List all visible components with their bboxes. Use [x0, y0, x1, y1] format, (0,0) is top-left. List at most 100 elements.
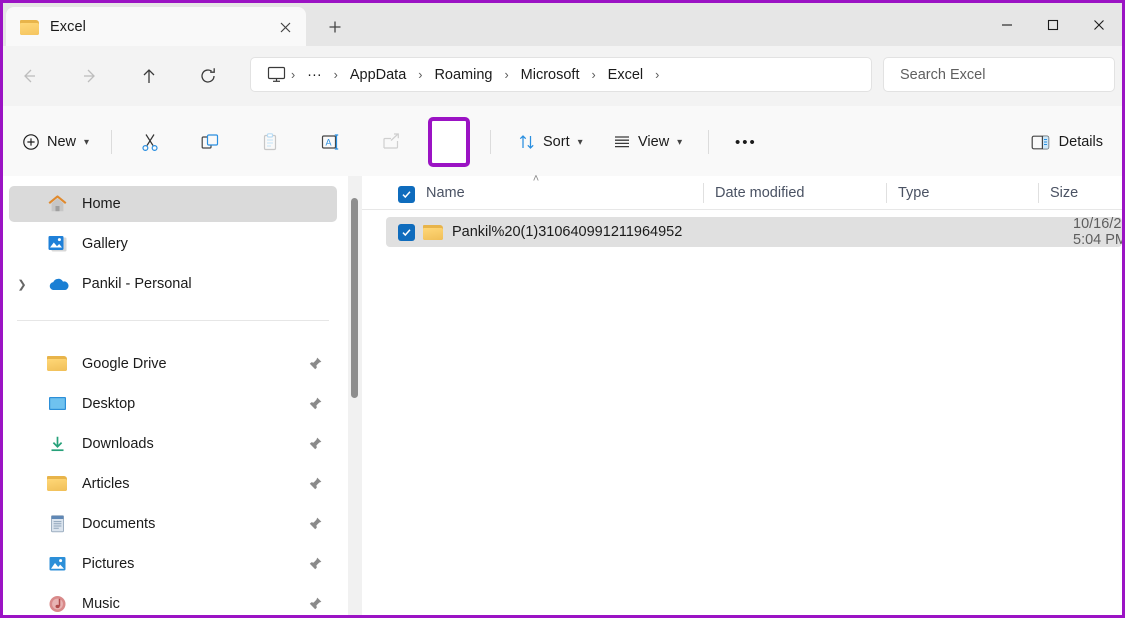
- rename-button[interactable]: A: [313, 125, 349, 159]
- delete-button-highlight: [428, 117, 470, 167]
- sidebar-item-label: Pictures: [82, 556, 134, 572]
- cut-button[interactable]: [133, 125, 167, 159]
- sort-button-label: Sort: [543, 134, 570, 150]
- svg-text:A: A: [326, 138, 332, 148]
- sort-button[interactable]: Sort ▾: [511, 125, 590, 159]
- pin-icon[interactable]: [308, 436, 323, 451]
- rename-icon: A: [320, 132, 342, 152]
- tab-title: Excel: [50, 19, 86, 35]
- pin-icon[interactable]: [308, 476, 323, 491]
- new-button-label: New: [47, 134, 76, 150]
- folder-icon: [47, 354, 69, 374]
- new-tab-button[interactable]: [314, 10, 356, 44]
- forward-button[interactable]: [75, 61, 105, 91]
- sidebar-item-home[interactable]: Home: [9, 186, 337, 222]
- breadcrumb-item-roaming[interactable]: Roaming: [427, 63, 499, 87]
- column-header-type[interactable]: Type: [898, 176, 929, 210]
- details-button-label: Details: [1059, 134, 1103, 150]
- pictures-icon: [47, 554, 69, 574]
- documents-icon: [47, 514, 69, 534]
- file-list-pane: ˄ Name Date modified Type Size: [362, 176, 1122, 615]
- new-button[interactable]: New ▾: [15, 125, 96, 159]
- window-controls: [984, 3, 1122, 46]
- close-icon[interactable]: [274, 16, 296, 38]
- row-checkbox[interactable]: [398, 224, 415, 241]
- sidebar-item-pictures[interactable]: Pictures: [9, 546, 337, 582]
- sidebar-item-label: Gallery: [82, 236, 128, 252]
- plus-circle-icon: [22, 133, 40, 151]
- search-placeholder: Search Excel: [900, 67, 985, 83]
- breadcrumb-separator: ›: [499, 68, 513, 82]
- select-all-checkbox[interactable]: [398, 186, 415, 203]
- sidebar-item-label: Documents: [82, 516, 155, 532]
- sidebar-item-google-drive[interactable]: Google Drive: [9, 346, 337, 382]
- breadcrumb-separator: ›: [329, 68, 343, 82]
- address-bar: › ··· › AppData › Roaming › Microsoft › …: [3, 46, 1122, 106]
- paste-icon: [260, 132, 280, 152]
- pin-icon[interactable]: [308, 596, 323, 611]
- breadcrumb-item-appdata[interactable]: AppData: [343, 63, 413, 87]
- breadcrumb-item-excel[interactable]: Excel: [601, 63, 650, 87]
- list-lines-icon: [613, 133, 631, 151]
- paste-button[interactable]: [253, 125, 287, 159]
- tab-excel[interactable]: Excel: [6, 7, 306, 46]
- sidebar-item-gallery[interactable]: Gallery: [9, 226, 337, 262]
- details-button[interactable]: Details: [1022, 125, 1112, 159]
- breadcrumb-separator: ›: [586, 68, 600, 82]
- copy-icon: [200, 132, 220, 152]
- back-button[interactable]: [14, 61, 44, 91]
- column-header-name[interactable]: Name: [426, 176, 465, 210]
- scissors-icon: [140, 132, 160, 152]
- refresh-button[interactable]: [193, 61, 223, 91]
- chevron-down-icon: ▾: [84, 137, 89, 148]
- this-pc-icon[interactable]: [267, 66, 286, 83]
- folder-icon: [47, 474, 69, 494]
- folder-icon: [20, 19, 39, 35]
- share-button[interactable]: [374, 125, 408, 159]
- sort-arrows-icon: [518, 133, 536, 151]
- folder-icon: [423, 223, 443, 241]
- pin-icon[interactable]: [308, 396, 323, 411]
- details-pane-icon: [1031, 134, 1050, 151]
- title-bar: Excel: [3, 3, 1122, 46]
- sidebar-item-label: Home: [82, 196, 121, 212]
- navigation-pane: Home Gallery ❯ Pankil - Personal: [3, 176, 343, 615]
- sidebar-item-label: Desktop: [82, 396, 135, 412]
- sidebar-item-desktop[interactable]: Desktop: [9, 386, 337, 422]
- view-button-label: View: [638, 134, 669, 150]
- download-icon: [47, 434, 69, 454]
- more-options-label: •••: [735, 134, 757, 151]
- share-icon: [381, 132, 401, 152]
- onedrive-icon: [47, 274, 69, 294]
- desktop-icon: [47, 394, 69, 414]
- more-options-button[interactable]: •••: [728, 125, 764, 159]
- close-icon[interactable]: [1076, 3, 1122, 46]
- column-header-date-modified[interactable]: Date modified: [715, 176, 804, 210]
- sidebar-item-pankil-personal[interactable]: ❯ Pankil - Personal: [9, 266, 337, 302]
- pin-icon[interactable]: [308, 556, 323, 571]
- sidebar-scrollbar-thumb[interactable]: [351, 198, 358, 398]
- view-button[interactable]: View ▾: [606, 125, 689, 159]
- minimize-icon[interactable]: [984, 3, 1030, 46]
- up-button[interactable]: [134, 61, 164, 91]
- maximize-icon[interactable]: [1030, 3, 1076, 46]
- sidebar-item-music[interactable]: Music: [9, 586, 337, 615]
- file-explorer-window: Excel: [3, 3, 1122, 615]
- breadcrumb-item-microsoft[interactable]: Microsoft: [514, 63, 587, 87]
- chevron-right-icon[interactable]: ❯: [11, 278, 33, 291]
- sidebar-item-articles[interactable]: Articles: [9, 466, 337, 502]
- breadcrumb[interactable]: › ··· › AppData › Roaming › Microsoft › …: [250, 57, 872, 92]
- search-input[interactable]: Search Excel: [883, 57, 1115, 92]
- copy-button[interactable]: [193, 125, 227, 159]
- table-row[interactable]: Pankil%20(1)310640991211964952 10/16/202…: [386, 217, 1122, 247]
- breadcrumb-overflow[interactable]: ···: [300, 63, 329, 87]
- pin-icon[interactable]: [308, 516, 323, 531]
- sidebar-item-documents[interactable]: Documents: [9, 506, 337, 542]
- sidebar-item-label: Downloads: [82, 436, 154, 452]
- music-icon: [47, 594, 69, 614]
- sidebar-item-downloads[interactable]: Downloads: [9, 426, 337, 462]
- file-list-header: Name Date modified Type Size: [362, 176, 1122, 210]
- column-header-size[interactable]: Size: [1050, 176, 1078, 210]
- sidebar-item-label: Pankil - Personal: [82, 276, 192, 292]
- pin-icon[interactable]: [308, 356, 323, 371]
